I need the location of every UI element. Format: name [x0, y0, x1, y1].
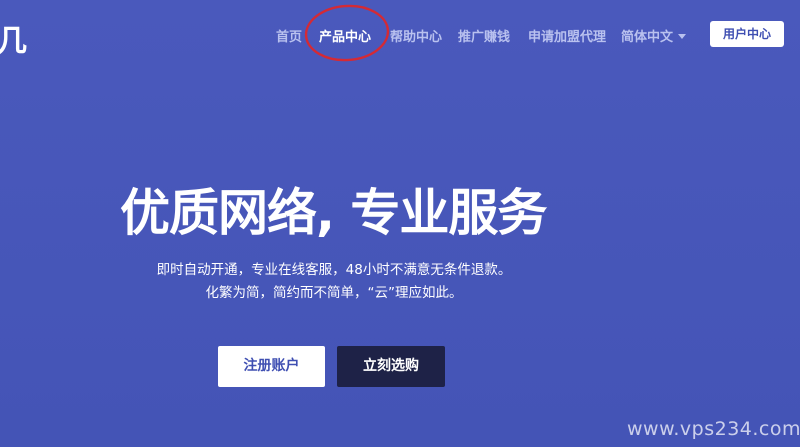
language-selector[interactable]: 简体中文	[621, 26, 687, 45]
register-account-button[interactable]: 注册账户	[218, 346, 325, 387]
site-header: 几 首页 产品中心 帮助中心 推广赚钱 申请加盟代理 简体中文 用户中心	[0, 0, 800, 66]
landing-page: 几 首页 产品中心 帮助中心 推广赚钱 申请加盟代理 简体中文 用户中心 优质网…	[0, 0, 800, 447]
nav-agent-link[interactable]: 申请加盟代理	[528, 26, 606, 45]
site-logo[interactable]: 几	[0, 16, 27, 60]
hero-title: 优质网络, 专业服务	[120, 184, 547, 242]
user-center-button[interactable]: 用户中心	[710, 21, 784, 47]
hero-subtitle-line-2: 化繁为简，简约而不简单，“云”理应如此。	[205, 285, 463, 301]
buy-now-button[interactable]: 立刻选购	[337, 346, 445, 387]
hero-subtitle-line-1: 即时自动开通，专业在线客服，48小时不满意无条件退款。	[156, 262, 512, 278]
hero-subtitle: 即时自动开通，专业在线客服，48小时不满意无条件退款。 化繁为简，简约而不简单，…	[144, 259, 524, 305]
watermark-text: www.vps234.com	[627, 418, 800, 440]
chevron-down-icon	[678, 34, 687, 39]
nav-affiliate-link[interactable]: 推广赚钱	[458, 26, 510, 45]
nav-products-link[interactable]: 产品中心	[319, 26, 371, 45]
language-label: 简体中文	[621, 30, 674, 45]
nav-help-link[interactable]: 帮助中心	[390, 26, 442, 45]
nav-home-link[interactable]: 首页	[276, 26, 302, 45]
